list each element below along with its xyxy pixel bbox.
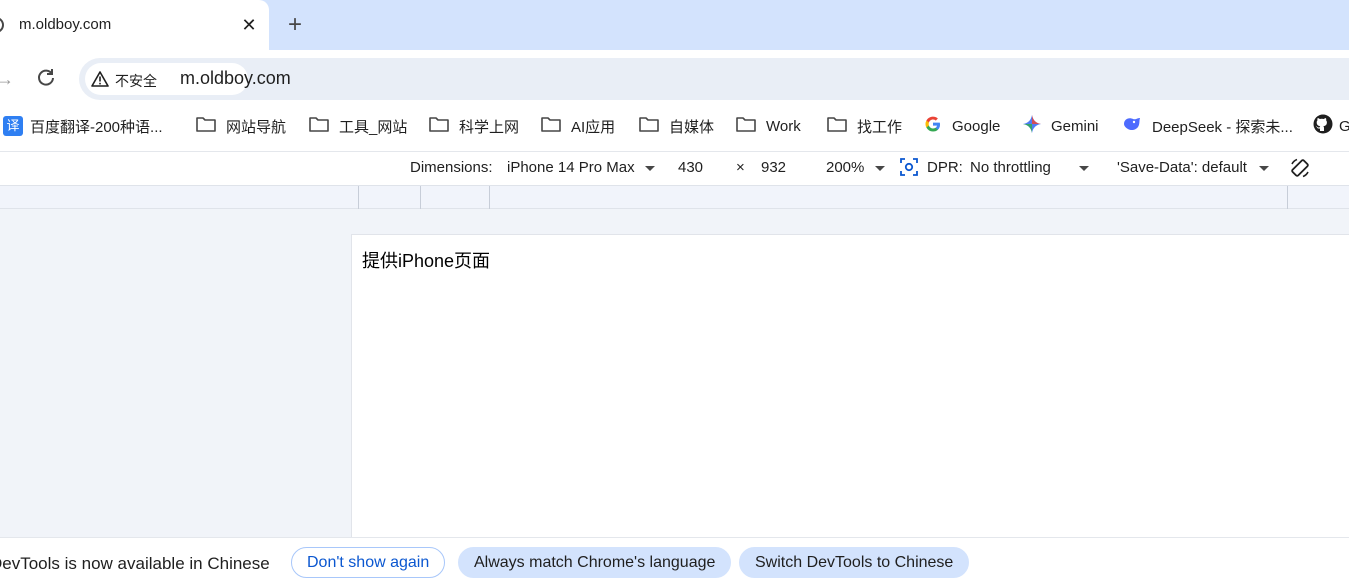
- bookmark-label: 工具_网站: [339, 118, 408, 136]
- bookmark-folder[interactable]: 自媒体: [639, 115, 714, 137]
- infobar-message: DevTools is now available in Chinese: [0, 554, 270, 573]
- bookmark-folder[interactable]: 科学上网: [429, 115, 519, 137]
- folder-icon: [736, 116, 756, 136]
- bookmark-folder[interactable]: Work: [736, 115, 801, 137]
- bookmark-github[interactable]: G: [1313, 114, 1349, 138]
- forward-icon[interactable]: →: [0, 68, 14, 90]
- globe-icon: [0, 17, 4, 33]
- width-input[interactable]: 430: [678, 159, 703, 176]
- fanyi-icon: 译: [3, 116, 23, 136]
- bookmark-deepseek[interactable]: DeepSeek - 探索未...: [1122, 115, 1293, 137]
- folder-icon: [429, 116, 449, 136]
- bookmark-label: 百度翻译-200种语...: [30, 118, 163, 136]
- save-data-value: 'Save-Data': default: [1117, 159, 1247, 176]
- bookmark-label: 找工作: [857, 118, 903, 136]
- bookmark-label: G: [1339, 117, 1349, 135]
- bookmark-google[interactable]: Google: [924, 115, 1000, 137]
- device-name: iPhone 14 Pro Max: [507, 159, 635, 176]
- zoom-value: 200%: [826, 159, 865, 176]
- ruler-divider: [358, 186, 359, 209]
- tab-strip: m.oldboy.com ✕ +: [0, 0, 1349, 50]
- bookmark-label: DeepSeek - 探索未...: [1152, 118, 1293, 136]
- bookmark-label: AI应用: [571, 118, 616, 136]
- dont-show-again-button[interactable]: Don't show again: [291, 547, 446, 578]
- folder-icon: [827, 116, 847, 136]
- google-icon: [924, 115, 942, 137]
- security-label: 不安全: [115, 73, 157, 89]
- gemini-icon: [1023, 115, 1041, 137]
- caret-down-icon: [1259, 165, 1270, 171]
- reload-icon[interactable]: [34, 66, 58, 90]
- bookmark-folder[interactable]: 找工作: [827, 115, 902, 137]
- dpr-label: DPR:: [927, 159, 963, 176]
- caret-down-icon: [644, 165, 655, 171]
- browser-window: m.oldboy.com ✕ + → 不安全 m.oldboy.com 译 百度…: [0, 0, 1349, 588]
- bookmark-gemini[interactable]: Gemini: [1023, 115, 1099, 137]
- device-viewport[interactable]: 提供iPhone页面: [351, 234, 1349, 537]
- caret-down-icon: [1079, 165, 1090, 171]
- ruler-divider: [1287, 186, 1288, 209]
- bookmark-label: 科学上网: [459, 118, 520, 136]
- deepseek-icon: [1122, 116, 1142, 136]
- bookmark-label: Google: [952, 117, 1001, 135]
- bookmark-folder[interactable]: 网站导航: [196, 115, 286, 137]
- bookmark-label: Work: [766, 117, 801, 135]
- times-sign: ×: [736, 159, 745, 176]
- bookmark-label: 自媒体: [669, 118, 715, 136]
- page-content-text: 提供iPhone页面: [362, 251, 491, 271]
- folder-icon: [639, 116, 659, 136]
- language-infobar: DevTools is now available in Chinese Don…: [0, 537, 1349, 588]
- dimensions-label: Dimensions:: [410, 159, 493, 176]
- folder-icon: [309, 116, 329, 136]
- warning-icon: [91, 71, 109, 87]
- save-data-select[interactable]: 'Save-Data': default: [1117, 159, 1270, 176]
- bookmark-label: Gemini: [1051, 117, 1099, 135]
- new-tab-button[interactable]: +: [282, 10, 308, 40]
- tab-title: m.oldboy.com: [19, 16, 112, 33]
- always-match-language-button[interactable]: Always match Chrome's language: [458, 547, 732, 578]
- url-text[interactable]: m.oldboy.com: [180, 68, 291, 89]
- browser-toolbar: → 不安全 m.oldboy.com: [0, 50, 1349, 108]
- device-select[interactable]: iPhone 14 Pro Max: [507, 159, 655, 176]
- bookmark-label: 网站导航: [226, 118, 287, 136]
- dpr-icon: [900, 158, 918, 180]
- bookmark-folder[interactable]: AI应用: [541, 115, 615, 137]
- throttling-select[interactable]: No throttling: [970, 159, 1090, 176]
- height-input[interactable]: 932: [761, 159, 786, 176]
- address-bar[interactable]: 不安全 m.oldboy.com: [79, 58, 1349, 100]
- caret-down-icon: [874, 165, 885, 171]
- github-icon: [1313, 114, 1333, 138]
- device-toolbar: Dimensions: iPhone 14 Pro Max 430 × 932 …: [0, 151, 1349, 185]
- bookmark-folder[interactable]: 工具_网站: [309, 115, 407, 137]
- ruler-divider: [489, 186, 490, 209]
- close-icon[interactable]: ✕: [238, 12, 260, 38]
- switch-to-chinese-button[interactable]: Switch DevTools to Chinese: [739, 547, 970, 578]
- throttling-value: No throttling: [970, 159, 1051, 176]
- media-query-bar[interactable]: [0, 185, 1349, 209]
- folder-icon: [196, 116, 216, 136]
- rotate-icon[interactable]: [1289, 157, 1311, 183]
- bookmark-baidu-fanyi[interactable]: 译 百度翻译-200种语...: [3, 115, 163, 137]
- bookmarks-bar: 译 百度翻译-200种语... 网站导航 工具_网站 科学上网 AI应用 自媒体…: [0, 108, 1349, 144]
- ruler-divider: [420, 186, 421, 209]
- emulation-stage: 提供iPhone页面: [0, 209, 1349, 537]
- active-tab[interactable]: m.oldboy.com ✕: [0, 0, 269, 50]
- zoom-select[interactable]: 200%: [826, 159, 885, 176]
- folder-icon: [541, 116, 561, 136]
